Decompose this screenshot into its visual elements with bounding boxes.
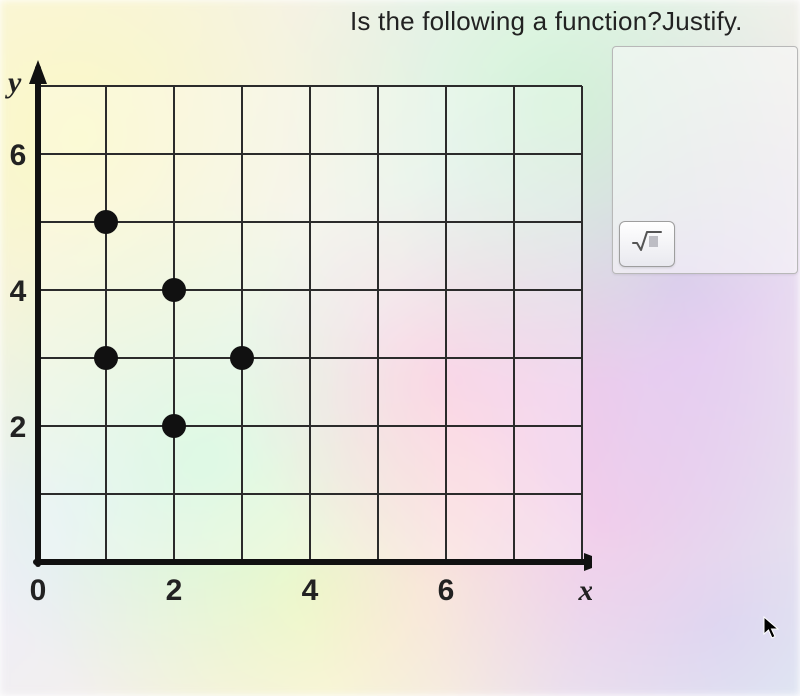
svg-text:4: 4 — [10, 275, 27, 308]
square-root-icon — [632, 230, 662, 258]
math-tool-button[interactable] — [619, 221, 675, 267]
toolbar — [619, 221, 675, 267]
svg-text:y: y — [5, 66, 22, 99]
answer-input[interactable] — [613, 47, 797, 215]
svg-text:x: x — [578, 574, 593, 607]
svg-text:6: 6 — [10, 139, 27, 172]
question-text: Is the following a function?Justify. — [350, 6, 743, 37]
scatter-chart: y x 0 2 4 6 2 4 6 — [0, 56, 592, 656]
svg-text:6: 6 — [438, 574, 455, 607]
svg-text:0: 0 — [30, 574, 47, 607]
answer-panel — [612, 46, 798, 274]
svg-text:2: 2 — [10, 411, 27, 444]
svg-text:4: 4 — [302, 574, 319, 607]
svg-text:2: 2 — [166, 574, 183, 607]
